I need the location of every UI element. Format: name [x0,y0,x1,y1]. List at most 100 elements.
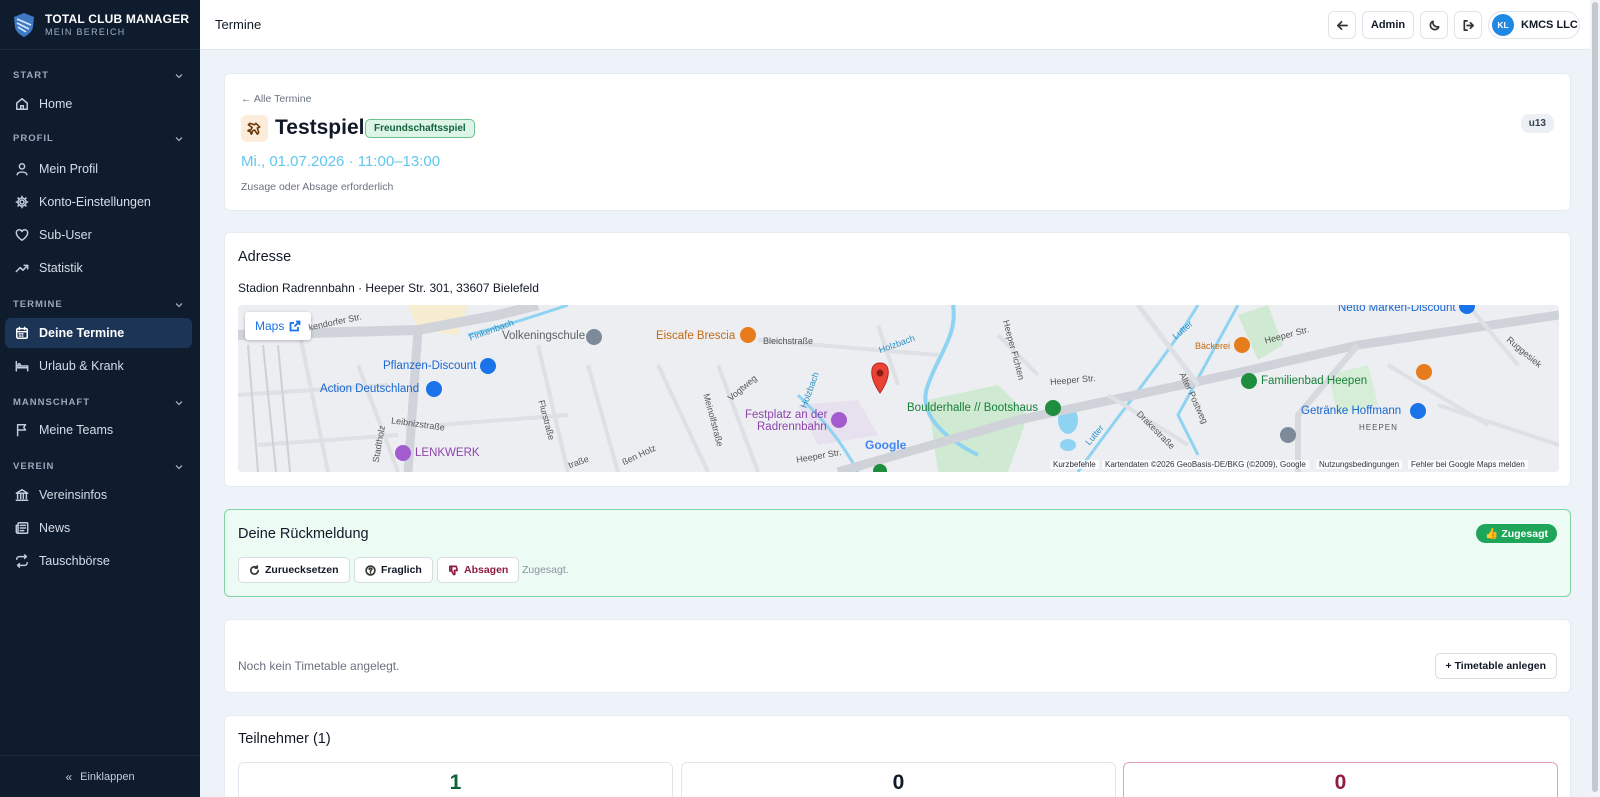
section-profil[interactable]: PROFIL [13,133,183,144]
timetable-empty-text: Noch kein Timetable angelegt. [238,659,400,673]
logout-button[interactable] [1454,11,1482,39]
back-button[interactable] [1328,11,1356,39]
stat-declined-value: 0 [1334,771,1347,794]
arrow-left-icon [1336,20,1348,30]
thumbs-down-icon [449,565,458,575]
calendar-icon [16,326,28,339]
sidebar-item-label: Meine Teams [39,423,114,437]
section-label: MANNSCHAFT [13,397,91,408]
section-label: START [13,70,49,81]
map-place-label[interactable]: Getränke Hoffmann [1301,405,1401,417]
sidebar-item-label: Urlaub & Krank [39,359,124,373]
collapse-sidebar-button[interactable]: « Einklappen [0,755,200,797]
page-scrollbar[interactable] [1590,0,1600,797]
map-report-link[interactable]: Fehler bei Google Maps melden [1408,460,1528,469]
stat-declined: 0 [1123,762,1558,797]
sidebar-item-label: Home [39,97,73,111]
admin-label: Admin [1370,19,1406,31]
map-place-label[interactable]: Netto Marken-Discount [1338,305,1456,314]
sidebar-item-mein-profil[interactable]: Mein Profil [5,154,192,184]
scrollbar-thumb[interactable] [1592,2,1598,792]
sidebar: TOTAL CLUB MANAGER MEIN BEREICH START Ho… [0,0,200,797]
section-mannschaft[interactable]: MANNSCHAFT [13,397,183,408]
section-verein[interactable]: VEREIN [13,461,183,472]
sidebar-item-home[interactable]: Home [5,89,192,119]
map-place-label[interactable]: Action Deutschland [320,383,419,395]
decline-label: Absagen [464,564,509,576]
map-data-attribution: Kartendaten ©2026 GeoBasis-DE/BKG (©2009… [1102,460,1309,469]
sidebar-item-vereinsinfos[interactable]: Vereinsinfos [5,480,192,510]
rsvp-card: Deine Rückmeldung 👍 Zugesagt Zuruecksetz… [224,509,1571,597]
brand[interactable]: TOTAL CLUB MANAGER MEIN BEREICH [0,0,200,50]
google-logo: Google [865,438,907,452]
event-datetime: Mi., 01.07.2026 · 11:00–13:00 [241,153,441,170]
logout-icon [1462,19,1474,31]
google-map[interactable]: Maps Volkeningschule Eiscafe Brescia Pfl… [238,305,1559,472]
sidebar-item-statistik[interactable]: Statistik [5,253,192,283]
maps-label: Maps [255,319,285,333]
sidebar-item-label: Konto-Einstellungen [39,195,151,209]
map-place-label[interactable]: Bäckerei [1195,341,1230,351]
event-header-card: ← Alle Termine Testspiel Freundschaftssp… [224,73,1571,211]
map-place-label[interactable]: Boulderhalle // Bootshaus [907,402,1038,414]
section-start[interactable]: START [13,70,183,81]
stat-maybe-value: 0 [892,771,905,794]
stat-maybe: 0 [681,762,1116,797]
map-place-label[interactable]: LENKWERK [415,447,480,459]
moon-icon [1429,19,1440,30]
address-text: Stadion Radrennbahn · Heeper Str. 301, 3… [238,281,539,295]
topbar: Termine Admin KL KMCS LLC [200,0,1600,50]
section-termine[interactable]: TERMINE [13,299,183,310]
external-link-icon [289,320,301,332]
reset-button[interactable]: Zuruecksetzen [238,557,350,583]
participants-card: Teilnehmer (1) 1 0 0 [224,715,1571,797]
map-place-label[interactable]: Pflanzen-Discount [383,360,476,372]
bank-icon [15,489,29,501]
admin-button[interactable]: Admin [1362,11,1414,39]
timetable-card: Noch kein Timetable angelegt. + Timetabl… [224,619,1571,693]
club-shield-logo-icon [14,12,34,37]
map-place-label[interactable]: Volkeningschule [502,330,585,342]
stat-accepted: 1 [238,762,673,797]
section-label: TERMINE [13,299,63,310]
section-label: PROFIL [13,133,54,144]
brand-title: TOTAL CLUB MANAGER [45,12,190,26]
sidebar-item-label: Vereinsinfos [39,488,108,502]
maybe-label: Fraglich [381,564,422,576]
chevron-down-icon [175,400,183,405]
map-place-label[interactable]: Radrennbahn [757,421,827,433]
map-place-label[interactable]: Familienbad Heepen [1261,375,1367,387]
sidebar-item-meine-teams[interactable]: Meine Teams [5,415,192,445]
dark-mode-toggle[interactable] [1420,11,1448,39]
chevron-down-icon [175,136,183,141]
decline-button[interactable]: Absagen [437,557,520,583]
bed-icon [15,360,29,372]
swap-icon [16,554,28,568]
create-timetable-button[interactable]: + Timetable anlegen [1434,653,1557,679]
sidebar-item-label: Sub-User [39,228,92,242]
rsvp-status-text: Zugesagt. [522,564,569,576]
sidebar-item-deine-termine[interactable]: Deine Termine [5,318,192,348]
back-to-all-events-link[interactable]: ← Alle Termine [241,93,311,105]
sidebar-item-label: Deine Termine [39,326,125,340]
sidebar-item-tauschboerse[interactable]: Tauschbörse [5,546,192,576]
sidebar-item-konto-einstellungen[interactable]: Konto-Einstellungen [5,187,192,217]
sidebar-item-label: News [39,521,71,535]
sidebar-item-label: Tauschbörse [39,554,110,568]
address-heading: Adresse [238,249,292,265]
map-place-label[interactable]: Eiscafe Brescia [656,330,735,342]
home-icon [16,98,28,110]
sidebar-item-sub-user[interactable]: Sub-User [5,220,192,250]
question-circle-icon [365,564,376,576]
plane-icon [247,122,261,135]
map-place-label[interactable]: Festplatz an der [745,409,827,421]
open-in-maps-button[interactable]: Maps [245,312,312,340]
section-label: VEREIN [13,461,55,472]
event-note: Zusage oder Absage erforderlich [241,181,394,193]
sidebar-item-news[interactable]: News [5,513,192,543]
sidebar-item-urlaub-krank[interactable]: Urlaub & Krank [5,351,192,381]
map-shortcuts-link[interactable]: Kurzbefehle [1050,460,1099,469]
maybe-button[interactable]: Fraglich [354,557,433,583]
user-menu-button[interactable]: KL KMCS LLC [1488,11,1580,39]
map-terms-link[interactable]: Nutzungsbedingungen [1316,460,1403,469]
